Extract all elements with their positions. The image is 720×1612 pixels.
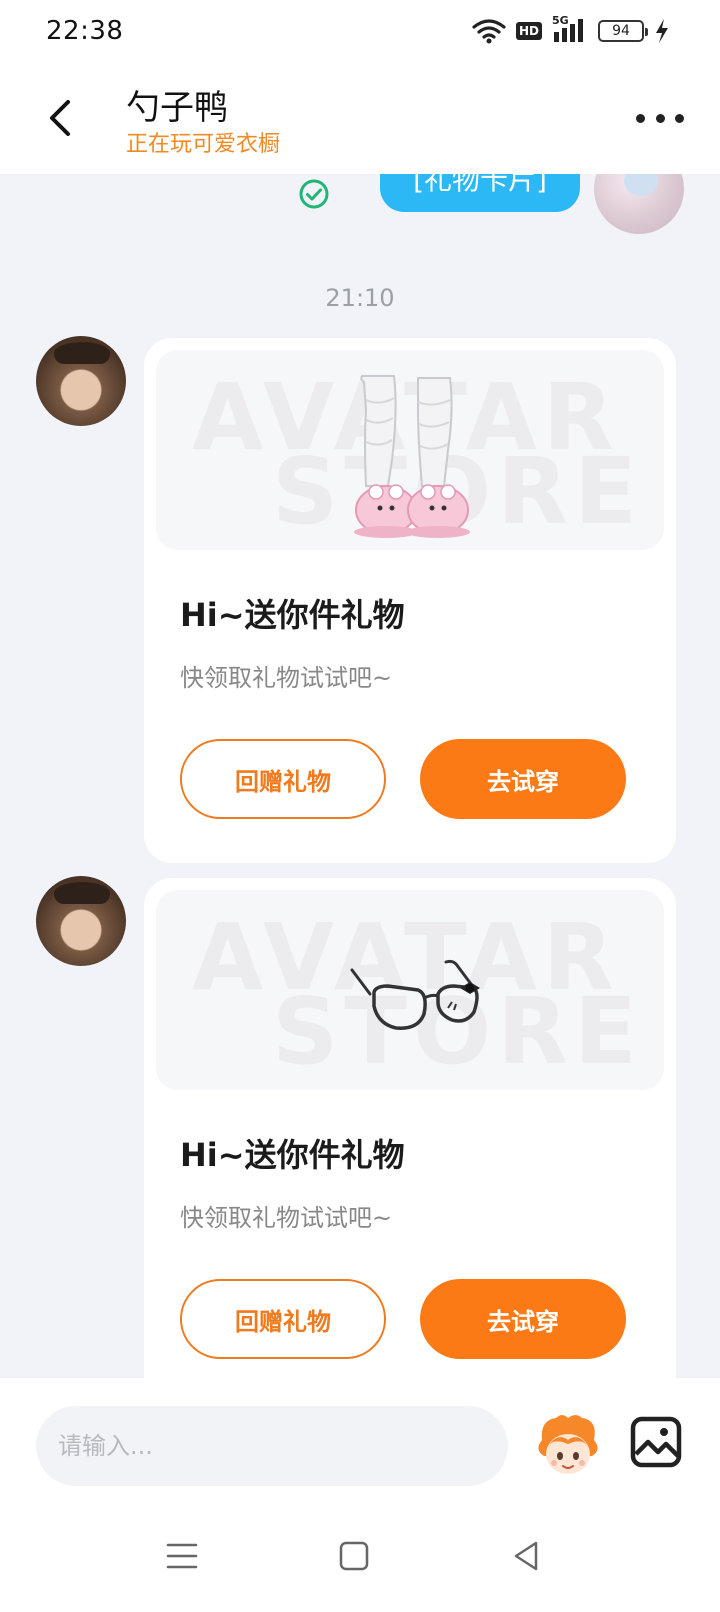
- sent-check-icon: [299, 179, 329, 209]
- more-dot-icon: [675, 113, 684, 123]
- socks-slippers-icon: [354, 375, 470, 538]
- gift-card-title: Hi~送你件礼物: [180, 596, 405, 634]
- sender-avatar[interactable]: [36, 336, 126, 426]
- sticker-button[interactable]: [532, 1410, 604, 1482]
- more-dot-icon: [655, 113, 665, 123]
- card-spacer: [144, 1359, 676, 1378]
- gift-image[interactable]: AVATAR STORE: [156, 890, 664, 1090]
- gift-card-title: Hi~送你件礼物: [180, 1136, 405, 1174]
- card-spacer: [144, 819, 676, 863]
- contact-name: 勺子鸭: [126, 88, 228, 128]
- mascot-sticker-icon: [538, 1415, 598, 1474]
- chat-screen: 22:38 HD 5G 94 勺子鸭 正在玩可爱衣橱 [礼物卡片] 21:10 …: [0, 0, 720, 1612]
- back-button[interactable]: [40, 94, 80, 142]
- return-gift-button[interactable]: 回赠礼物: [180, 739, 386, 819]
- return-gift-button[interactable]: 回赠礼物: [180, 1279, 386, 1359]
- more-dot-icon: [636, 113, 645, 123]
- image-icon: [630, 1416, 682, 1468]
- battery-indicator: 94: [598, 20, 648, 42]
- home-square-icon[interactable]: [332, 1534, 376, 1578]
- wifi-icon: [472, 19, 506, 44]
- chevron-left-icon: [50, 100, 70, 136]
- contact-status: 正在玩可爱衣橱: [126, 132, 281, 157]
- status-icons: HD 5G 94: [472, 14, 670, 46]
- sent-gift-card-bubble[interactable]: [礼物卡片]: [380, 174, 580, 212]
- gift-image[interactable]: AVATAR STORE: [156, 350, 664, 550]
- gift-card-actions: 回赠礼物 去试穿: [180, 1279, 676, 1359]
- message-list[interactable]: [礼物卡片] 21:10 AVATAR STORE: [0, 174, 720, 1378]
- input-bar: [0, 1378, 720, 1498]
- gift-card-description: 快领取礼物试试吧~: [180, 1204, 393, 1232]
- cellular-signal-icon: 5G: [552, 14, 588, 44]
- charging-icon: [656, 19, 668, 43]
- back-triangle-icon[interactable]: [504, 1534, 548, 1578]
- chat-header: 勺子鸭 正在玩可爱衣橱: [0, 64, 720, 174]
- gift-card-actions: 回赠礼物 去试穿: [180, 739, 676, 819]
- message-timestamp: 21:10: [325, 284, 395, 312]
- status-time: 22:38: [46, 16, 124, 46]
- hd-badge: HD: [515, 22, 542, 40]
- status-bar: 22:38 HD 5G 94: [0, 0, 720, 64]
- system-nav-bar: [0, 1498, 720, 1612]
- sender-avatar[interactable]: [36, 876, 126, 966]
- battery-level: 94: [612, 23, 630, 39]
- menu-icon[interactable]: [160, 1534, 204, 1578]
- gift-card-description: 快领取礼物试试吧~: [180, 664, 393, 692]
- more-options-button[interactable]: [636, 106, 684, 130]
- message-input[interactable]: [36, 1406, 508, 1486]
- my-avatar[interactable]: [594, 174, 684, 234]
- glasses-icon: [350, 959, 480, 1030]
- gift-card[interactable]: AVATAR STORE: [144, 338, 676, 863]
- gift-card[interactable]: AVATAR STORE Hi~送你件礼物 快领取礼物试试吧~ 回赠礼物 去试穿: [144, 878, 676, 1378]
- try-on-button[interactable]: 去试穿: [420, 739, 626, 819]
- try-on-button[interactable]: 去试穿: [420, 1279, 626, 1359]
- image-picker-button[interactable]: [628, 1414, 684, 1470]
